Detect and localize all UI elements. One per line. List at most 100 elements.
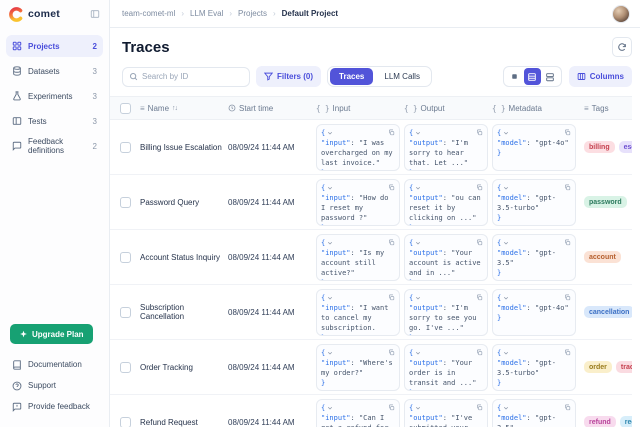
sidebar-item-documentation[interactable]: Documentation	[6, 354, 103, 375]
chevron-down-icon[interactable]	[503, 240, 509, 246]
json-cell-body: "input": "Where's my order?"	[321, 358, 395, 378]
copy-icon[interactable]	[388, 404, 395, 411]
sidebar-item-provide-feedback[interactable]: Provide feedback	[6, 396, 103, 417]
json-cell-metadata[interactable]: {"model": "gpt-4o"}	[492, 124, 576, 171]
json-cell-output[interactable]: {"output": "Your account is active and i…	[404, 234, 488, 281]
row-checkbox[interactable]	[120, 252, 131, 263]
tab-traces[interactable]: Traces	[330, 68, 373, 85]
copy-icon[interactable]	[564, 404, 571, 411]
chevron-down-icon[interactable]	[415, 405, 421, 411]
copy-icon[interactable]	[476, 129, 483, 136]
logo-text: comet	[28, 8, 60, 20]
sidebar-item-feedback-definitions[interactable]: Feedback definitions 2	[6, 135, 103, 157]
table-row[interactable]: Billing Issue Escalation08/09/24 11:44 A…	[110, 120, 632, 175]
chevron-down-icon[interactable]	[415, 185, 421, 191]
sidebar-item-datasets[interactable]: Datasets 3	[6, 60, 103, 82]
table-row[interactable]: Account Status Inquiry08/09/24 11:44 AM{…	[110, 230, 632, 285]
copy-icon[interactable]	[388, 294, 395, 301]
density-medium-icon[interactable]	[524, 68, 541, 85]
chevron-down-icon[interactable]	[327, 295, 333, 301]
chevron-down-icon[interactable]	[415, 130, 421, 136]
chevron-down-icon[interactable]	[503, 295, 509, 301]
copy-icon[interactable]	[564, 239, 571, 246]
chevron-down-icon[interactable]	[327, 240, 333, 246]
json-cell-output[interactable]: {"output": "I've submitted your refund r…	[404, 399, 488, 427]
select-all-checkbox[interactable]	[120, 103, 131, 114]
json-cell-output[interactable]: {"output": "I'm sorry to see you go. I'v…	[404, 289, 488, 336]
open-brace: {	[321, 348, 325, 358]
sparkle-icon	[19, 330, 28, 339]
breadcrumb-item[interactable]: team-comet-ml	[122, 9, 175, 18]
density-small-icon[interactable]	[506, 68, 523, 85]
json-cell-input[interactable]: {"input": "Where's my order?"}	[316, 344, 400, 391]
sidebar-item-tests[interactable]: Tests 3	[6, 110, 103, 132]
chevron-down-icon[interactable]	[327, 185, 333, 191]
json-cell-output[interactable]: {"output": "Your order is in transit and…	[404, 344, 488, 391]
json-cell-metadata[interactable]: {"model": "gpt-3.5"}	[492, 399, 576, 427]
json-cell-top: {	[321, 403, 395, 413]
copy-icon[interactable]	[388, 239, 395, 246]
table-row[interactable]: Subscription Cancellation08/09/24 11:44 …	[110, 285, 632, 340]
tab-llm-calls[interactable]: LLM Calls	[375, 68, 429, 85]
json-cell-input[interactable]: {"input": "I want to cancel my subscript…	[316, 289, 400, 336]
table-row[interactable]: Password Query08/09/24 11:44 AM{"input":…	[110, 175, 632, 230]
copy-icon[interactable]	[476, 294, 483, 301]
refresh-button[interactable]	[612, 37, 632, 57]
json-cell-input[interactable]: {"input": "Can I get a refund for my las…	[316, 399, 400, 427]
breadcrumb-separator: ›	[273, 9, 276, 18]
row-checkbox[interactable]	[120, 197, 131, 208]
json-cell-metadata[interactable]: {"model": "gpt-3.5"}	[492, 234, 576, 281]
json-cell-output[interactable]: {"output": "I'm sorry to hear that. Let …	[404, 124, 488, 171]
columns-button[interactable]: Columns	[569, 66, 632, 87]
filters-button[interactable]: Filters (0)	[256, 66, 321, 87]
row-checkbox[interactable]	[120, 417, 131, 427]
chevron-down-icon[interactable]	[327, 350, 333, 356]
copy-icon[interactable]	[476, 349, 483, 356]
json-cell-metadata[interactable]: {"model": "gpt-3.5-turbo"}	[492, 344, 576, 391]
row-checkbox[interactable]	[120, 307, 131, 318]
avatar[interactable]	[612, 5, 630, 23]
json-cell-input[interactable]: {"input": "How do I reset my password ?"…	[316, 179, 400, 226]
copy-icon[interactable]	[476, 404, 483, 411]
json-key: "output"	[409, 414, 443, 422]
breadcrumb-item[interactable]: LLM Eval	[190, 9, 223, 18]
list-icon: ≡	[584, 104, 589, 113]
json-cell-metadata[interactable]: {"model": "gpt-3.5-turbo"}	[492, 179, 576, 226]
chevron-down-icon[interactable]	[415, 295, 421, 301]
chevron-down-icon[interactable]	[503, 405, 509, 411]
chevron-down-icon[interactable]	[415, 350, 421, 356]
search-input[interactable]	[142, 72, 243, 81]
sidebar-item-support[interactable]: Support	[6, 375, 103, 396]
chevron-down-icon[interactable]	[503, 185, 509, 191]
copy-icon[interactable]	[564, 184, 571, 191]
upgrade-plan-button[interactable]: Upgrade Plan	[10, 324, 93, 344]
chevron-down-icon[interactable]	[327, 405, 333, 411]
breadcrumb-item[interactable]: Projects	[238, 9, 267, 18]
copy-icon[interactable]	[388, 349, 395, 356]
json-cell-input[interactable]: {"input": "Is my account still active?"}	[316, 234, 400, 281]
chevron-down-icon[interactable]	[503, 130, 509, 136]
chevron-down-icon[interactable]	[327, 130, 333, 136]
sidebar-item-experiments[interactable]: Experiments 3	[6, 85, 103, 107]
sidebar-item-projects[interactable]: Projects 2	[6, 35, 103, 57]
copy-icon[interactable]	[388, 129, 395, 136]
row-checkbox[interactable]	[120, 142, 131, 153]
chevron-down-icon[interactable]	[503, 350, 509, 356]
chevron-down-icon[interactable]	[415, 240, 421, 246]
copy-icon[interactable]	[564, 129, 571, 136]
copy-icon[interactable]	[476, 184, 483, 191]
copy-icon[interactable]	[476, 239, 483, 246]
sidebar-collapse-icon[interactable]	[90, 9, 100, 19]
json-cell-input[interactable]: {"input": "I was overcharged on my last …	[316, 124, 400, 171]
json-cell-top: {	[321, 293, 395, 303]
json-cell-metadata[interactable]: {"model": "gpt-4o"}	[492, 289, 576, 336]
copy-icon[interactable]	[564, 294, 571, 301]
row-checkbox[interactable]	[120, 362, 131, 373]
table-row[interactable]: Order Tracking08/09/24 11:44 AM{"input":…	[110, 340, 632, 395]
table-row[interactable]: Refund Request08/09/24 11:44 AM{"input":…	[110, 395, 632, 427]
density-large-icon[interactable]	[542, 68, 559, 85]
copy-icon[interactable]	[388, 184, 395, 191]
copy-icon[interactable]	[564, 349, 571, 356]
column-header-name[interactable]: ≡ Name ↑↓	[140, 104, 228, 113]
json-cell-output[interactable]: {"output": "ou can reset it by clicking …	[404, 179, 488, 226]
